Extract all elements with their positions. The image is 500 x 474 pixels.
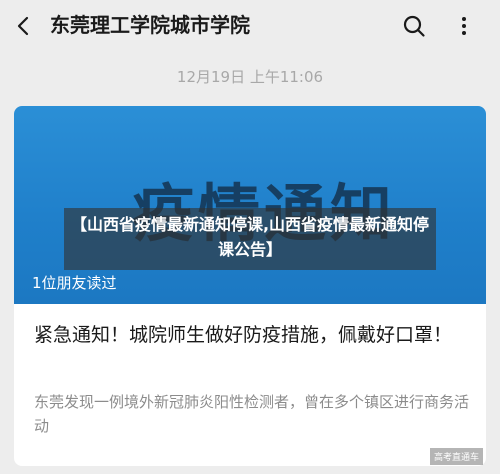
more-icon	[462, 17, 466, 35]
search-button[interactable]	[398, 10, 430, 42]
message-timestamp: 12月19日 上午11:06	[176, 68, 324, 86]
article-card[interactable]: 疫情通知 1位朋友读过 紧急通知！城院师生做好防疫措施，佩戴好口罩！ 东莞发现一…	[14, 106, 486, 466]
watermark: 高考直通车	[430, 448, 484, 465]
title-overlay-banner: 【山西省疫情最新通知停课,山西省疫情最新通知停课公告】	[64, 208, 436, 270]
back-button[interactable]	[10, 12, 38, 40]
back-arrow-icon	[17, 16, 29, 36]
article-title[interactable]: 紧急通知！城院师生做好防疫措施，佩戴好口罩！	[34, 320, 470, 350]
top-bar: 东莞理工学院城市学院	[0, 0, 500, 52]
article-summary: 东莞发现一例境外新冠肺炎阳性检测者，曾在多个镇区进行商务活动	[34, 393, 470, 435]
more-button[interactable]	[448, 10, 480, 42]
friends-read-count: 1位朋友读过	[32, 274, 117, 292]
search-icon	[403, 15, 425, 37]
page-title: 东莞理工学院城市学院	[50, 13, 250, 37]
article-cover-image[interactable]: 疫情通知 1位朋友读过	[14, 106, 486, 304]
overlay-title: 【山西省疫情最新通知停课,山西省疫情最新通知停课公告】	[70, 215, 430, 259]
